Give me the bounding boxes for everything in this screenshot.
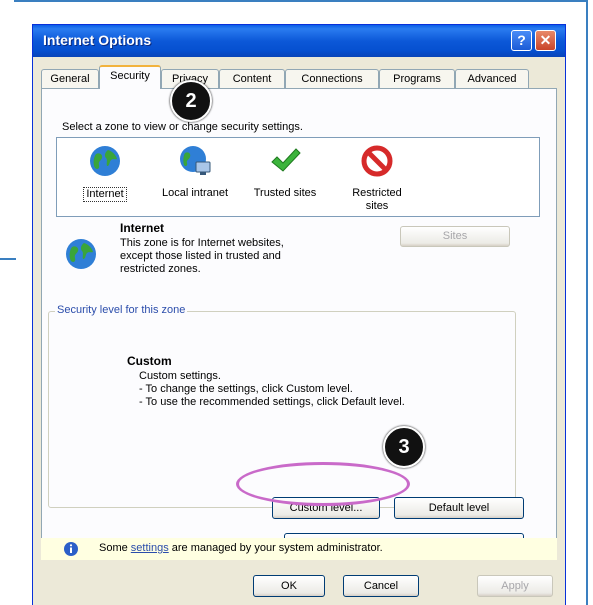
globe-icon	[90, 146, 120, 176]
settings-link[interactable]: settings	[131, 542, 169, 554]
cancel-button[interactable]: Cancel	[343, 575, 419, 597]
info-icon	[64, 542, 78, 556]
background-frame-right	[586, 0, 588, 605]
internet-options-dialog: Internet Options ? ✕ General Security Pr…	[32, 24, 566, 605]
selected-zone-title: Internet	[120, 221, 165, 235]
title-bar[interactable]: Internet Options ? ✕	[33, 25, 565, 57]
step-2-callout: 2	[170, 80, 212, 122]
apply-button[interactable]: Apply	[477, 575, 553, 597]
zone-instruction: Select a zone to view or change security…	[62, 121, 303, 133]
selected-zone-globe-icon	[66, 239, 96, 269]
security-level-line2: - To change the settings, click Custom l…	[139, 383, 353, 395]
zone-internet-label: Internet	[83, 187, 127, 202]
close-button[interactable]: ✕	[535, 30, 556, 51]
zone-trusted-sites[interactable]: Trusted sites	[245, 144, 325, 200]
zone-internet[interactable]: Internet	[65, 144, 145, 202]
zone-restricted-sites-label: Restricted sites	[352, 187, 402, 212]
zone-list[interactable]: Internet Local intranet Trusted sites Re…	[56, 137, 540, 217]
tab-programs[interactable]: Programs	[379, 69, 455, 88]
background-line	[0, 258, 16, 260]
zone-local-intranet-label: Local intranet	[161, 187, 229, 199]
zone-restricted-sites[interactable]: Restricted sites	[335, 144, 419, 213]
no-entry-icon	[361, 145, 393, 177]
tab-connections[interactable]: Connections	[285, 69, 379, 88]
tab-security[interactable]: Security	[99, 65, 161, 89]
zone-trusted-sites-label: Trusted sites	[253, 187, 317, 199]
background-frame-top	[14, 0, 588, 18]
question-icon: ?	[517, 32, 526, 48]
selected-zone-desc-line3: restricted zones.	[120, 263, 201, 275]
close-icon: ✕	[539, 32, 552, 48]
help-button[interactable]: ?	[511, 30, 532, 51]
admin-info-text: Some settings are managed by your system…	[99, 542, 383, 554]
default-level-button[interactable]: Default level	[394, 497, 524, 519]
admin-info-bar: Some settings are managed by your system…	[41, 538, 557, 560]
step-3-callout: 3	[383, 426, 425, 468]
tab-content[interactable]: Content	[219, 69, 285, 88]
selected-zone-desc-line1: This zone is for Internet websites,	[120, 237, 284, 249]
network-globe-icon	[180, 146, 211, 175]
window-title: Internet Options	[43, 32, 152, 48]
custom-level-highlight-ring	[236, 462, 410, 506]
security-level-line1: Custom settings.	[139, 370, 221, 382]
security-level-title: Custom	[127, 354, 172, 368]
zone-local-intranet[interactable]: Local intranet	[155, 144, 235, 200]
security-level-group-title: Security level for this zone	[55, 304, 188, 316]
tab-general[interactable]: General	[41, 69, 99, 88]
security-level-line3: - To use the recommended settings, click…	[139, 396, 405, 408]
admin-info-prefix: Some	[99, 542, 131, 554]
sites-button[interactable]: Sites	[400, 226, 510, 247]
admin-info-suffix: are managed by your system administrator…	[168, 542, 383, 554]
tab-strip: General Security Privacy Content Connect…	[41, 65, 561, 89]
tab-advanced[interactable]: Advanced	[455, 69, 529, 88]
check-icon	[271, 148, 301, 172]
ok-button[interactable]: OK	[253, 575, 325, 597]
selected-zone-desc-line2: except those listed in trusted and	[120, 250, 281, 262]
